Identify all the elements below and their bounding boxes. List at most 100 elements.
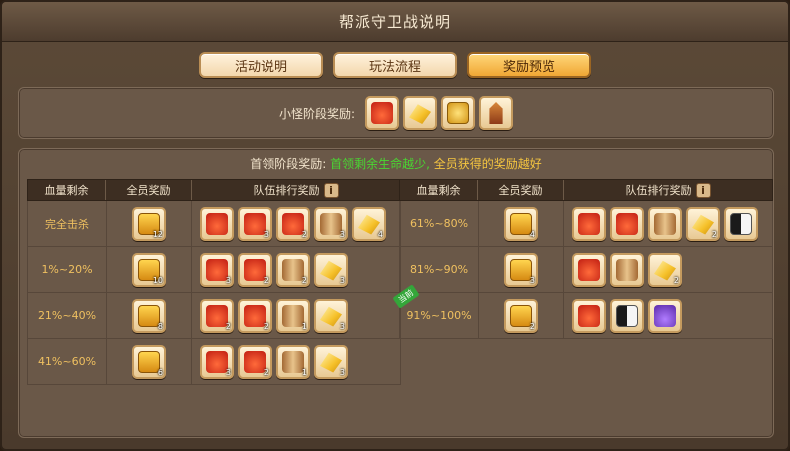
info-icon[interactable]: i (695, 182, 711, 198)
scroll-icon[interactable]: 1 (276, 344, 310, 379)
scroll-icon-glyph (282, 304, 304, 327)
minion-reward-row: 小怪阶段奖励: (19, 88, 773, 138)
scroll-icon[interactable]: 3 (314, 206, 348, 241)
all-members-reward: 4 (478, 201, 564, 246)
column-team-rank: 队伍排行奖励 i (564, 180, 772, 200)
treasure-chest-icon[interactable]: 12 (132, 206, 166, 241)
column-team-rank: 队伍排行奖励 i (192, 180, 400, 200)
tab-bar: 活动说明 玩法流程 奖励预览 (2, 52, 788, 78)
item-quantity: 2 (263, 275, 269, 285)
lucky-bag-icon[interactable]: 3 (200, 344, 234, 379)
all-members-reward: 10 (106, 247, 192, 292)
gold-ingot-icon[interactable]: 2 (648, 252, 682, 287)
item-quantity: 2 (301, 229, 307, 239)
lucky-bag-icon-glyph (206, 304, 228, 327)
lucky-bag-icon-glyph (206, 258, 228, 281)
team-rank-rewards (564, 293, 772, 338)
item-quantity: 2 (529, 321, 535, 331)
table-row: 61%~80% 4 2 (399, 201, 773, 247)
gold-coin-icon[interactable] (441, 96, 476, 130)
gold-ingot-icon[interactable] (403, 96, 438, 130)
lucky-bag-icon-glyph (244, 304, 266, 327)
scroll-icon-glyph (282, 350, 304, 373)
table-row: 41%~60% 6 3 2 1 3 (27, 339, 401, 385)
scroll-icon[interactable]: 1 (276, 298, 310, 333)
treasure-chest-icon-glyph (510, 304, 532, 327)
item-quantity: 6 (157, 367, 163, 377)
lucky-bag-icon[interactable] (200, 206, 234, 241)
window-title: 帮派守卫战说明 (338, 13, 451, 31)
lucky-bag-icon-glyph (578, 258, 600, 281)
column-all-members: 全员奖励 (478, 180, 564, 200)
item-quantity: 4 (377, 229, 383, 239)
lucky-bag-icon[interactable]: 2 (200, 298, 234, 333)
taiji-icon[interactable] (724, 206, 758, 241)
all-members-reward: 2 (478, 293, 564, 338)
item-quantity: 12 (152, 229, 163, 239)
treasure-chest-icon[interactable]: 2 (504, 298, 538, 333)
lucky-bag-icon[interactable] (365, 96, 400, 130)
tab-gameplay-flow[interactable]: 玩法流程 (333, 52, 457, 78)
column-team-rank-label: 队伍排行奖励 (253, 184, 320, 197)
lucky-bag-icon[interactable] (572, 252, 606, 287)
table-row: 完全击杀 12 3 2 3 4 (27, 201, 401, 247)
team-rank-rewards: 3 2 2 3 (192, 247, 400, 292)
table-row: 91%~100% 2 当前 (392, 284, 773, 339)
lucky-bag-icon[interactable] (610, 206, 644, 241)
treasure-chest-icon[interactable]: 10 (132, 252, 166, 287)
gold-ingot-icon[interactable]: 3 (314, 344, 348, 379)
hp-range: 完全击杀 (45, 217, 89, 231)
tab-activity-description[interactable]: 活动说明 (199, 52, 323, 78)
scroll-icon-glyph (616, 258, 638, 281)
lucky-bag-icon[interactable]: 2 (276, 206, 310, 241)
lucky-bag-icon[interactable]: 2 (238, 344, 272, 379)
all-members-reward: 3 (478, 247, 564, 292)
all-members-reward: 12 (106, 201, 192, 246)
lucky-bag-icon-glyph (244, 350, 266, 373)
scroll-icon[interactable]: 2 (276, 252, 310, 287)
taiji-icon-glyph (730, 212, 752, 235)
lucky-bag-icon[interactable]: 2 (238, 252, 272, 287)
boss-header-yellow: 全员获得的奖励越好 (433, 157, 542, 171)
scroll-icon[interactable] (610, 252, 644, 287)
item-quantity: 1 (301, 321, 307, 331)
taiji-icon-glyph (616, 304, 638, 327)
boss-header-prefix: 首领阶段奖励: (250, 157, 327, 171)
hp-range: 61%~80% (409, 217, 469, 230)
gold-ingot-icon[interactable]: 3 (314, 298, 348, 333)
gold-ingot-icon[interactable]: 3 (314, 252, 348, 287)
table-header: 血量剩余 全员奖励 队伍排行奖励 i (27, 179, 401, 201)
lucky-bag-icon-glyph (244, 258, 266, 281)
table-row: 81%~90% 3 2 (399, 247, 773, 293)
scroll-icon[interactable] (648, 206, 682, 241)
treasure-chest-icon-glyph (138, 304, 160, 327)
gold-ingot-icon[interactable]: 2 (686, 206, 720, 241)
treasure-chest-icon[interactable]: 4 (504, 206, 538, 241)
gold-ingot-icon-glyph (320, 306, 342, 327)
lucky-bag-icon-glyph (282, 212, 304, 235)
tower-icon[interactable] (479, 96, 514, 130)
lucky-bag-icon[interactable] (572, 206, 606, 241)
taiji-icon[interactable] (610, 298, 644, 333)
tab-reward-preview[interactable]: 奖励预览 (467, 52, 591, 78)
column-team-rank-label: 队伍排行奖励 (625, 184, 692, 197)
treasure-chest-icon[interactable]: 6 (132, 344, 166, 379)
lucky-bag-icon[interactable]: 3 (200, 252, 234, 287)
lucky-bag-icon[interactable] (572, 298, 606, 333)
minion-reward-panel: 小怪阶段奖励: (18, 87, 774, 139)
info-icon[interactable]: i (323, 182, 339, 198)
lucky-bag-icon[interactable]: 2 (238, 298, 272, 333)
potion-icon[interactable] (648, 298, 682, 333)
boss-reward-panel: 首领阶段奖励: 首领剩余生命越少, 全员获得的奖励越好 血量剩余 全员奖励 队伍… (18, 148, 774, 438)
lucky-bag-icon[interactable]: 3 (238, 206, 272, 241)
gold-ingot-icon[interactable]: 4 (352, 206, 386, 241)
team-rank-rewards: 2 (564, 247, 772, 292)
scroll-icon-glyph (654, 212, 676, 235)
item-quantity: 3 (339, 367, 345, 377)
item-quantity: 8 (157, 321, 163, 331)
lucky-bag-icon-glyph (578, 212, 600, 235)
treasure-chest-icon[interactable]: 3 (504, 252, 538, 287)
treasure-chest-icon[interactable]: 8 (132, 298, 166, 333)
item-quantity: 2 (263, 321, 269, 331)
scroll-icon-glyph (282, 258, 304, 281)
